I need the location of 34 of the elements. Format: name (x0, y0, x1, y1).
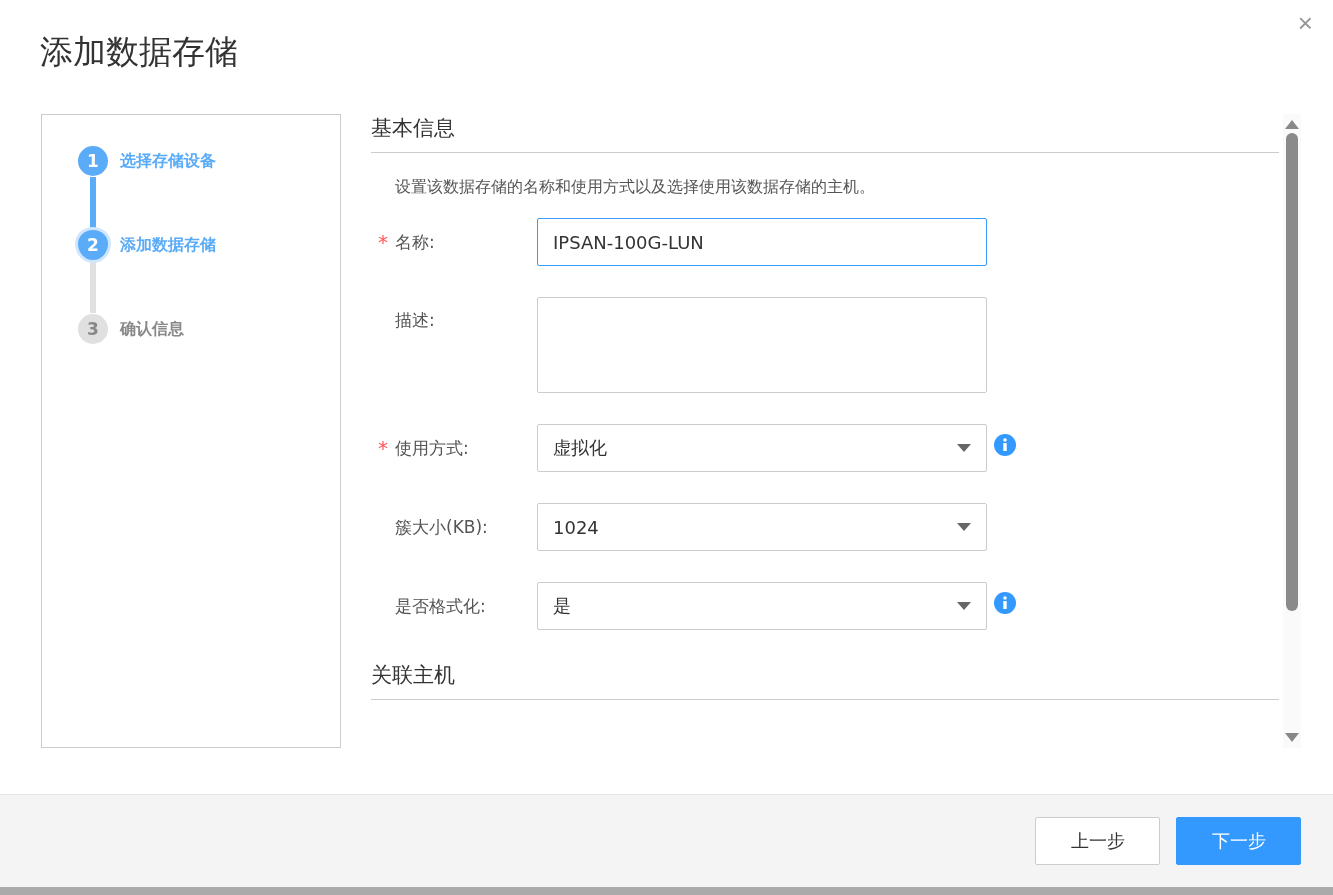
dropdown-select[interactable]: 是 (537, 582, 987, 630)
scroll-down-icon[interactable] (1285, 733, 1299, 742)
section-description: 设置该数据存储的名称和使用方式以及选择使用该数据存储的主机。 (395, 177, 876, 198)
step-connector (90, 177, 96, 229)
description-textarea[interactable] (537, 297, 987, 393)
caret-icon (957, 602, 971, 610)
step-label: 选择存储设备 (120, 150, 216, 172)
step-number: 1 (78, 146, 108, 176)
step-number: 3 (78, 314, 108, 344)
previous-button[interactable]: 上一步 (1035, 817, 1160, 865)
caret-icon (957, 444, 971, 452)
step-label: 确认信息 (120, 318, 184, 340)
section-title: 关联主机 (371, 661, 1279, 700)
required-asterisk: * (378, 230, 388, 254)
dropdown-select[interactable]: 1024 (537, 503, 987, 551)
field-label: 使用方式: (395, 436, 469, 460)
section-title: 基本信息 (371, 114, 1279, 153)
field-label: 描述: (395, 309, 435, 332)
field-label: 是否格式化: (395, 594, 486, 618)
dropdown-select[interactable]: 虚拟化 (537, 424, 987, 472)
field-label: 名称: (395, 230, 435, 254)
scrollbar-thumb[interactable] (1286, 133, 1298, 611)
required-asterisk: * (378, 436, 388, 460)
field-label: 簇大小(KB): (395, 515, 488, 539)
step-connector (90, 261, 96, 313)
dialog-title: 添加数据存储 (40, 32, 238, 71)
info-icon[interactable] (994, 592, 1016, 614)
caret-icon (957, 523, 971, 531)
step-label: 添加数据存储 (120, 234, 216, 256)
name-input[interactable]: IPSAN-100G-LUN (537, 218, 987, 266)
scroll-up-icon[interactable] (1285, 120, 1299, 129)
info-icon[interactable] (994, 434, 1016, 456)
scrollbar[interactable] (1283, 114, 1301, 748)
step-number: 2 (78, 230, 108, 260)
